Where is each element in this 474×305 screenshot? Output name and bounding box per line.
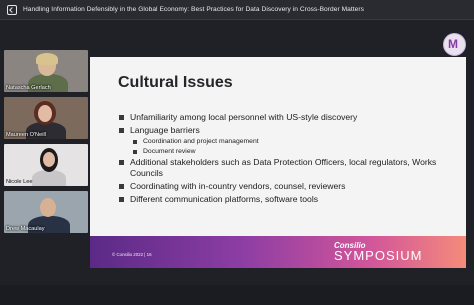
participant-name: Drew Macaulay <box>6 226 45 232</box>
participant-name: Nicole Lee <box>6 179 33 185</box>
bullet-item: Language barriers <box>119 125 449 137</box>
participant-tile[interactable]: Natascha Gerlach <box>4 50 88 92</box>
participant-tile[interactable]: Drew Macaulay <box>4 191 88 233</box>
participant-hair <box>36 53 58 65</box>
participant-face <box>38 105 52 122</box>
slide-title: Cultural Issues <box>118 74 233 91</box>
participant-figure <box>32 170 66 186</box>
bullet-item: Unfamiliarity among local personnel with… <box>119 112 449 124</box>
participant-face <box>43 152 55 167</box>
symposium-logo-icon <box>443 33 466 56</box>
presentation-slide: Cultural Issues Unfamiliarity among loca… <box>90 57 466 268</box>
slide-footer-text: © Consilio 2022 | 16 <box>112 252 152 257</box>
participant-name: Natascha Gerlach <box>6 85 51 91</box>
participant-panel: Natascha Gerlach Maureen O'Neill Nicole … <box>4 50 88 238</box>
sub-bullet-item: Document review <box>119 147 449 157</box>
symposium-brand: SYMPOSIUM <box>334 248 423 263</box>
participant-face <box>40 198 56 217</box>
back-icon[interactable] <box>7 4 17 15</box>
bullet-item: Different communication platforms, softw… <box>119 194 449 206</box>
sub-bullet-item: Coordination and project management <box>119 137 449 147</box>
slide-bullet-list: Unfamiliarity among local personnel with… <box>119 112 449 206</box>
bullet-item: Coordinating with in-country vendors, co… <box>119 181 449 193</box>
window-title: Handling Information Defensibly in the G… <box>23 6 364 13</box>
participant-tile[interactable]: Nicole Lee <box>4 144 88 186</box>
participant-name: Maureen O'Neill <box>6 132 46 138</box>
bullet-item: Additional stakeholders such as Data Pro… <box>119 157 449 180</box>
slide-footer-banner: © Consilio 2022 | 16 Consilio SYMPOSIUM <box>90 236 466 268</box>
window-titlebar: Handling Information Defensibly in the G… <box>0 0 474 20</box>
participant-tile[interactable]: Maureen O'Neill <box>4 97 88 139</box>
